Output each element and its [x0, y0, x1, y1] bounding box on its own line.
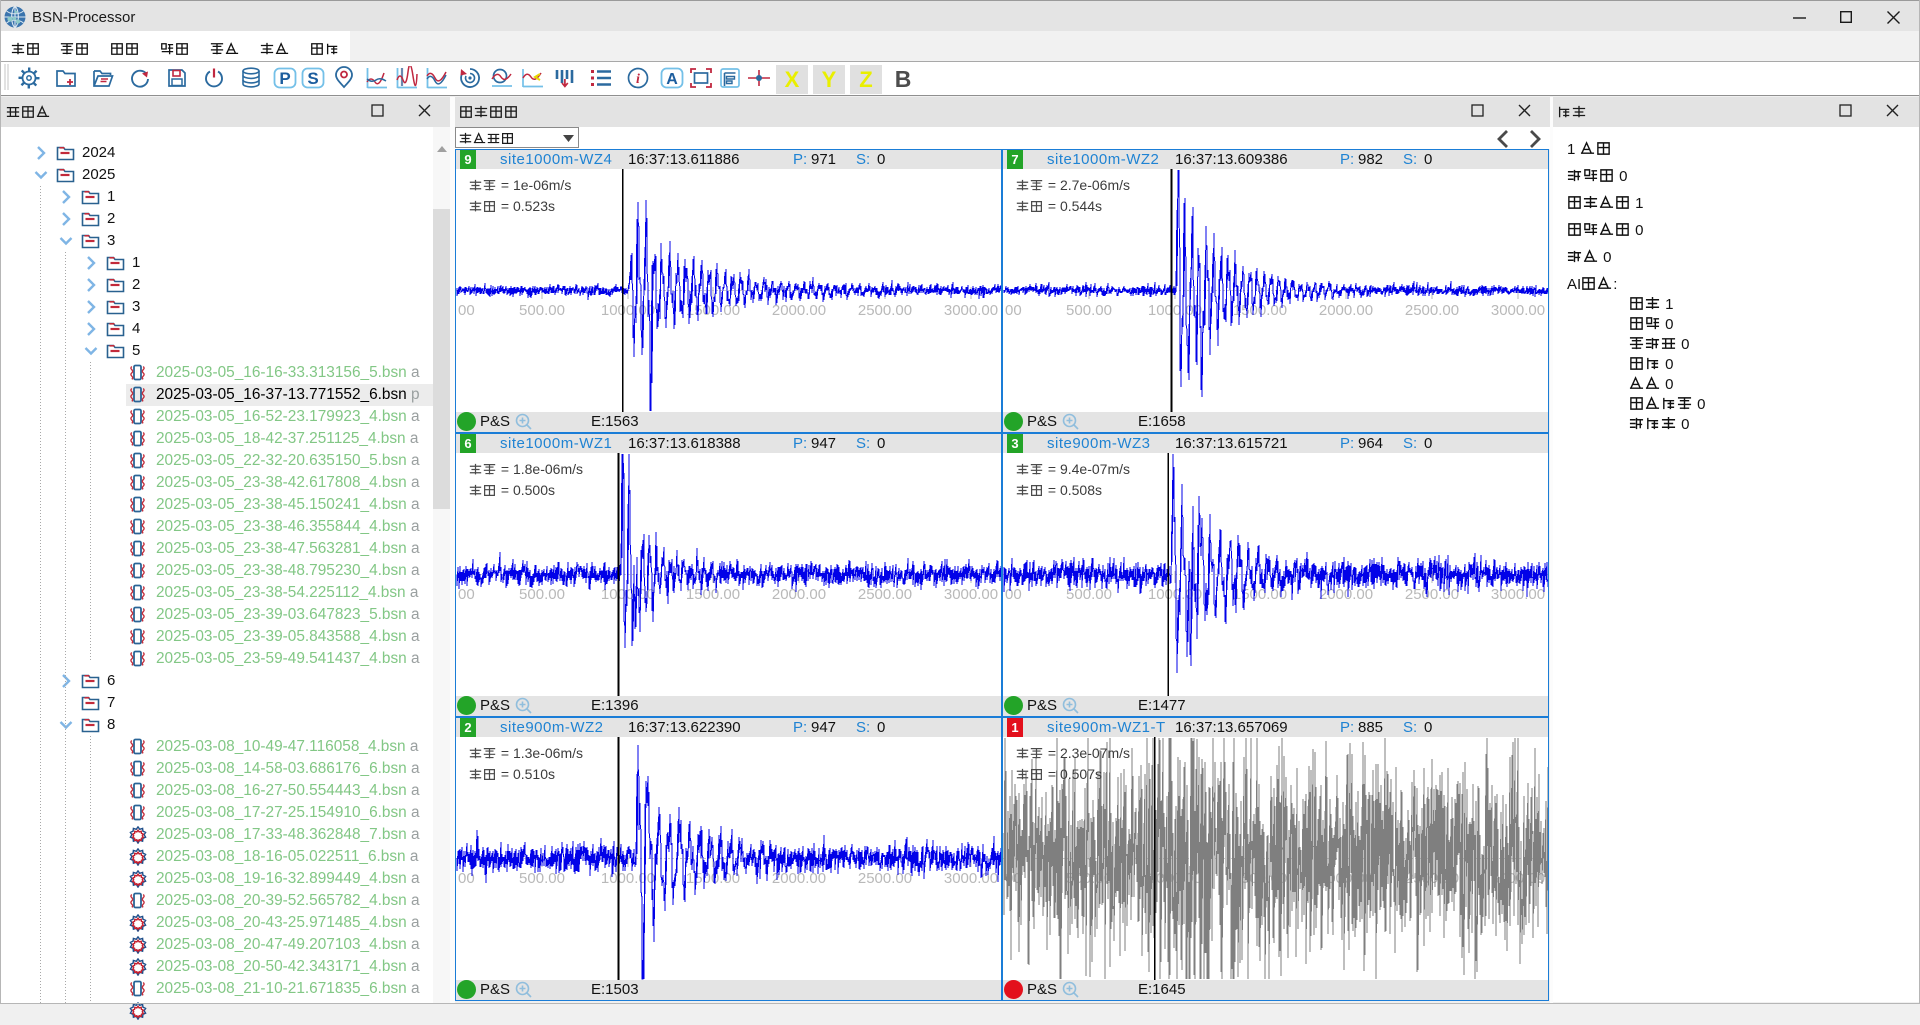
svg-text:2500.00: 2500.00 — [858, 302, 912, 319]
svg-text:P: P — [279, 69, 290, 88]
svg-text:2500.00: 2500.00 — [858, 870, 912, 887]
svg-text:3000.00: 3000.00 — [944, 302, 998, 319]
svg-text:2000.00: 2000.00 — [772, 302, 826, 319]
svg-text:1500.00: 1500.00 — [1233, 586, 1287, 603]
svg-text:1000.00: 1000.00 — [601, 302, 655, 319]
svg-text:1500.00: 1500.00 — [686, 586, 740, 603]
svg-text:3000.00: 3000.00 — [944, 586, 998, 603]
svg-text:S: S — [307, 69, 318, 88]
svg-text:2000.00: 2000.00 — [772, 586, 826, 603]
svg-text:2000.00: 2000.00 — [1319, 586, 1373, 603]
svg-text:00: 00 — [1005, 586, 1022, 603]
svg-text:500.00: 500.00 — [1066, 586, 1112, 603]
svg-text:00: 00 — [458, 586, 475, 603]
svg-text:3000.00: 3000.00 — [944, 870, 998, 887]
svg-text:1000.00: 1000.00 — [601, 870, 655, 887]
svg-text:i: i — [636, 72, 640, 87]
svg-text:2000.00: 2000.00 — [1319, 302, 1373, 319]
svg-text:A: A — [666, 71, 678, 88]
svg-text:2500.00: 2500.00 — [1405, 586, 1459, 603]
svg-text:500.00: 500.00 — [519, 870, 565, 887]
svg-text:00: 00 — [1005, 302, 1022, 319]
svg-text:500.00: 500.00 — [519, 302, 565, 319]
svg-text:3000.00: 3000.00 — [1491, 302, 1545, 319]
svg-text:500.00: 500.00 — [519, 586, 565, 603]
svg-text:2500.00: 2500.00 — [1405, 302, 1459, 319]
svg-text:500.00: 500.00 — [1066, 302, 1112, 319]
svg-text:00: 00 — [458, 302, 475, 319]
svg-text:2500.00: 2500.00 — [858, 586, 912, 603]
